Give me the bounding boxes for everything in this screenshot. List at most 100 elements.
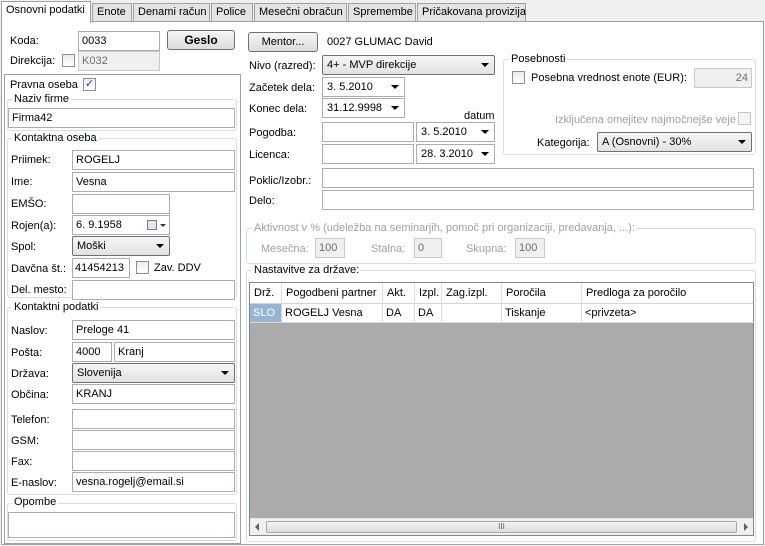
licenca-input[interactable] (322, 144, 414, 164)
poklic-input[interactable] (322, 168, 754, 188)
zav-ddv-checkbox[interactable] (136, 261, 149, 274)
geslo-button[interactable]: Geslo (167, 30, 235, 50)
ime-input[interactable]: Vesna (72, 172, 235, 192)
spol-select[interactable]: Moški (72, 236, 170, 256)
nastavitve-title: Nastavitve za države: (252, 264, 362, 276)
rojen-date-picker[interactable]: 6. 9.1958 (72, 215, 170, 235)
pogodba-date: 3. 5.2010 (421, 126, 467, 138)
delo-input[interactable] (322, 190, 754, 210)
enaslov-input[interactable]: vesna.rogelj@email.si (72, 472, 235, 492)
scroll-left-icon[interactable] (255, 523, 259, 531)
konec-date-picker[interactable]: 31.12.9998 (322, 98, 405, 118)
priimek-input[interactable]: ROGELJ (72, 150, 235, 170)
column-header-porocila[interactable]: Poročila (502, 283, 582, 304)
zacetek-label: Začetek dela: (249, 82, 316, 94)
koda-input[interactable]: 0033 (78, 31, 160, 51)
column-header-drz[interactable]: Drž. (250, 283, 282, 304)
emso-input[interactable] (72, 194, 170, 214)
chevron-down-icon (481, 130, 489, 134)
gsm-label: GSM: (11, 435, 40, 447)
nivo-label: Nivo (razred): (249, 60, 316, 72)
horizontal-scrollbar[interactable]: III (250, 518, 753, 535)
zav-ddv-label: Zav. DDV (154, 262, 201, 274)
grid-header: Drž. Pogodbeni partner Akt. Izpl. Zag.iz… (250, 283, 753, 304)
pravna-oseba-checkbox[interactable]: ✓ (83, 78, 96, 91)
column-header-zag-izpl[interactable]: Zag.izpl. (442, 283, 502, 304)
cell-predloga[interactable]: <privzeta> (582, 304, 754, 323)
nivo-select[interactable]: 4+ - MVP direkcije (322, 55, 495, 75)
skupna-input[interactable]: 100 (515, 238, 545, 258)
obcina-input[interactable]: KRANJ (72, 384, 235, 404)
column-header-predloga[interactable]: Predloga za poročilo (582, 283, 754, 304)
scroll-thumb[interactable]: III (266, 521, 737, 533)
kontaktna-oseba-title: Kontaktna oseba (12, 132, 99, 144)
konec-value: 31.12.9998 (327, 102, 383, 114)
mesecna-label: Mesečna: (261, 243, 309, 255)
tab-police[interactable]: Police (211, 3, 253, 22)
mesecna-input[interactable]: 100 (315, 238, 345, 258)
direkcija-input[interactable]: K032 (78, 51, 160, 71)
tab-enote[interactable]: Enote (92, 3, 132, 22)
spol-value: Moški (77, 240, 106, 252)
pogodba-input[interactable] (322, 122, 414, 142)
cell-izpl[interactable]: DA (415, 304, 442, 323)
posta-city-input[interactable]: Kranj (114, 342, 235, 362)
koda-label: Koda: (10, 35, 39, 47)
tab-osnovni-podatki[interactable]: Osnovni podatki (1, 1, 91, 23)
posebna-vrednost-checkbox[interactable] (512, 71, 525, 84)
tab-denami-racun[interactable]: Denami račun (133, 3, 210, 22)
cell-partner[interactable]: ROGELJ Vesna (282, 304, 383, 323)
kategorija-value: A (Osnovni) - 30% (602, 136, 692, 148)
posebna-vrednost-input[interactable]: 24 (694, 68, 752, 88)
kategorija-label: Kategorija: (537, 137, 590, 149)
fax-input[interactable] (72, 451, 235, 471)
rojen-label: Rojen(a): (11, 220, 57, 232)
calendar-icon[interactable] (147, 220, 157, 230)
posebnosti-title: Posebnosti (509, 53, 568, 65)
izkljucena-checkbox[interactable] (738, 112, 751, 125)
del-mesto-input[interactable] (72, 280, 235, 300)
column-header-izpl[interactable]: Izpl. (415, 283, 442, 304)
telefon-input[interactable] (72, 409, 235, 429)
licenca-date-picker[interactable]: 28. 3.2010 (416, 144, 495, 164)
zacetek-date-picker[interactable]: 3. 5.2010 (322, 77, 405, 97)
zacetek-value: 3. 5.2010 (327, 81, 373, 93)
stalna-label: Stalna: (371, 243, 406, 255)
mentor-button[interactable]: Mentor... (248, 32, 318, 52)
naziv-firme-input[interactable]: Firma42 (8, 108, 235, 128)
column-header-akt[interactable]: Akt. (383, 283, 415, 304)
ime-label: Ime: (11, 176, 33, 188)
kategorija-select[interactable]: A (Osnovni) - 30% (597, 132, 752, 152)
posta-label: Pošta: (11, 347, 43, 359)
pravna-oseba-label: Pravna oseba (10, 79, 78, 91)
direkcija-label: Direkcija: (10, 55, 56, 67)
gsm-input[interactable] (72, 430, 235, 450)
naslov-label: Naslov: (11, 325, 48, 337)
tab-mesecni-obracun[interactable]: Mesečni obračun (254, 3, 347, 22)
tab-pricakovana-provizija[interactable]: Pričakovana provizija (417, 3, 526, 22)
davcna-input[interactable]: 41454213 (72, 258, 130, 278)
chevron-down-icon[interactable] (160, 224, 166, 227)
scroll-right-icon[interactable] (744, 523, 748, 531)
chevron-down-icon (391, 85, 399, 89)
pogodba-date-picker[interactable]: 3. 5.2010 (416, 122, 495, 142)
drzave-grid[interactable]: Drž. Pogodbeni partner Akt. Izpl. Zag.iz… (249, 282, 754, 536)
column-header-partner[interactable]: Pogodbeni partner (282, 283, 383, 304)
emso-label: EMŠO: (11, 198, 47, 210)
tab-spremembe[interactable]: Spremembe (348, 3, 416, 22)
cell-akt[interactable]: DA (383, 304, 415, 323)
stalna-input[interactable]: 0 (414, 238, 442, 258)
posta-code-input[interactable]: 4000 (72, 342, 112, 362)
naslov-input[interactable]: Preloge 41 (72, 320, 235, 340)
cell-porocila[interactable]: Tiskanje (502, 304, 582, 323)
table-row[interactable]: SLO ROGELJ Vesna DA DA Tiskanje <privzet… (250, 304, 754, 323)
kontaktni-podatki-title: Kontaktni podatki (12, 301, 101, 313)
cell-drz[interactable]: SLO (250, 304, 282, 323)
licenca-label: Licenca: (249, 149, 290, 161)
direkcija-checkbox[interactable] (62, 54, 75, 67)
chevron-down-icon (738, 140, 746, 144)
cell-zag-izpl[interactable] (442, 304, 502, 323)
fax-label: Fax: (11, 456, 33, 468)
drzava-select[interactable]: Slovenija (72, 363, 235, 383)
opombe-textarea[interactable] (8, 512, 235, 538)
